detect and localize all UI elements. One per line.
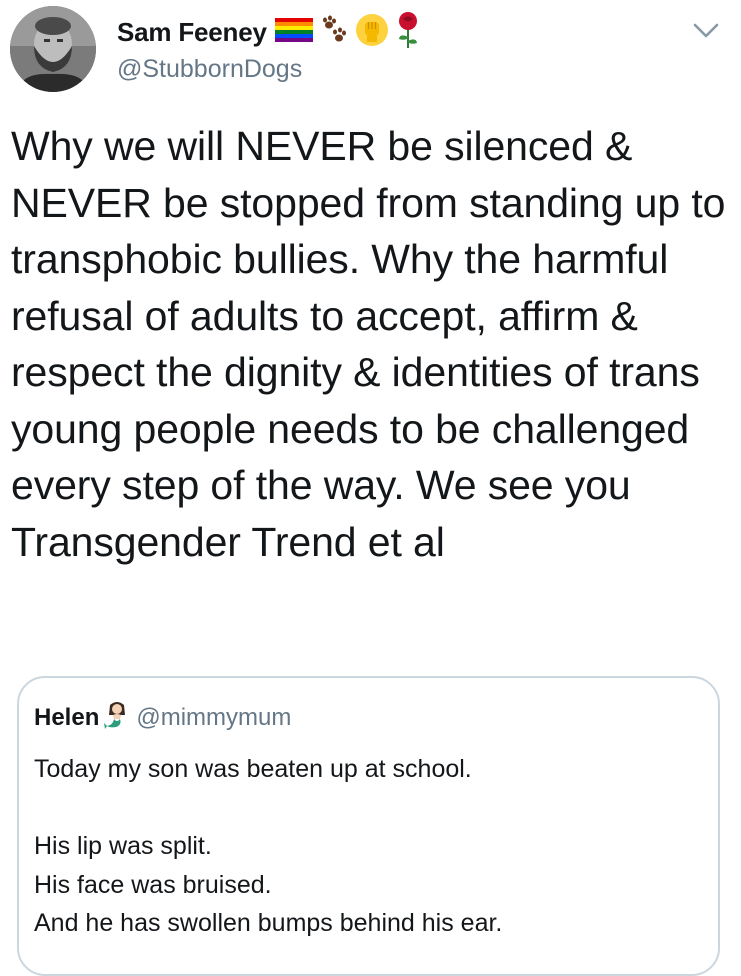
chevron-down-icon[interactable] (688, 16, 724, 46)
tweet-text: Why we will NEVER be silenced & NEVER be… (11, 123, 737, 565)
quoted-tweet-line: His face was bruised. (34, 870, 272, 899)
author-handle[interactable]: @StubbornDogs (117, 55, 302, 84)
mermaid-icon (104, 701, 130, 736)
quoted-tweet-line: His lip was split. (34, 832, 212, 860)
quoted-author-handle: @mimmymum (136, 704, 292, 731)
quoted-tweet-line: Today my son was beaten up at school. (34, 755, 472, 783)
quoted-tweet-text: Today my son was beaten up at school. Hi… (34, 750, 714, 943)
rainbow-flag-icon (274, 17, 313, 47)
author-avatar[interactable] (10, 6, 96, 92)
author-name-row: Sam Feeney (117, 11, 427, 50)
author-name-icons (274, 11, 427, 54)
quoted-author-display-name: Helen (34, 704, 100, 731)
quoted-tweet-header: Helen @mimmymum (34, 701, 292, 736)
rose-icon (395, 11, 421, 54)
paw-prints-icon (319, 15, 349, 50)
raised-fist-icon (355, 13, 389, 52)
author-display-name[interactable]: Sam Feeney (117, 17, 267, 48)
quoted-tweet-card[interactable]: Helen @mimmymum Today my son was beaten … (17, 676, 720, 976)
quoted-tweet-blank-line (34, 789, 714, 828)
quoted-tweet-line: And he has swollen bumps behind his ear. (34, 909, 503, 937)
